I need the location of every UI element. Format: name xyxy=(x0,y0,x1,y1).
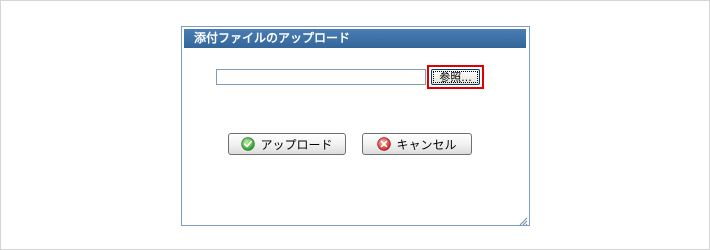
dialog-title: 添付ファイルのアップロード xyxy=(194,31,351,45)
check-circle-icon xyxy=(241,137,256,151)
browse-button[interactable]: 参照... xyxy=(431,69,480,85)
resize-grip-icon[interactable] xyxy=(519,215,528,226)
close-circle-icon xyxy=(377,137,392,151)
cancel-button[interactable]: キャンセル xyxy=(362,133,472,155)
cancel-button-label: キャンセル xyxy=(396,137,457,152)
upload-dialog: 添付ファイルのアップロード 参照... アップロード キャンセル xyxy=(181,26,530,226)
dialog-titlebar: 添付ファイルのアップロード xyxy=(184,29,526,48)
upload-button[interactable]: アップロード xyxy=(228,133,346,155)
upload-button-label: アップロード xyxy=(260,137,333,152)
file-path-input[interactable] xyxy=(216,69,426,85)
